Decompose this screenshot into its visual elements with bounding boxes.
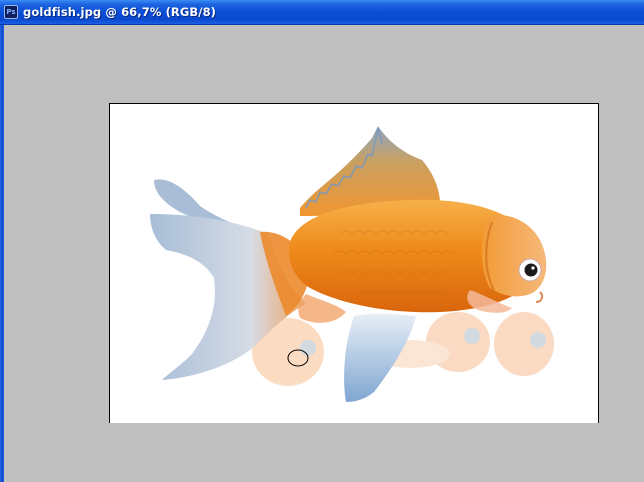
eye-highlight: [531, 266, 535, 270]
photoshop-document-window: Ps goldfish.jpg @ 66,7% (RGB/8): [0, 0, 644, 482]
fish-pupil: [524, 263, 538, 277]
fish-mouth: [535, 291, 544, 303]
window-title: goldfish.jpg @ 66,7% (RGB/8): [23, 5, 217, 19]
title-bar[interactable]: Ps goldfish.jpg @ 66,7% (RGB/8): [0, 0, 644, 25]
document-canvas[interactable]: [109, 103, 599, 423]
goldfish-image: [150, 126, 554, 402]
photoshop-app-icon[interactable]: Ps: [4, 5, 18, 19]
